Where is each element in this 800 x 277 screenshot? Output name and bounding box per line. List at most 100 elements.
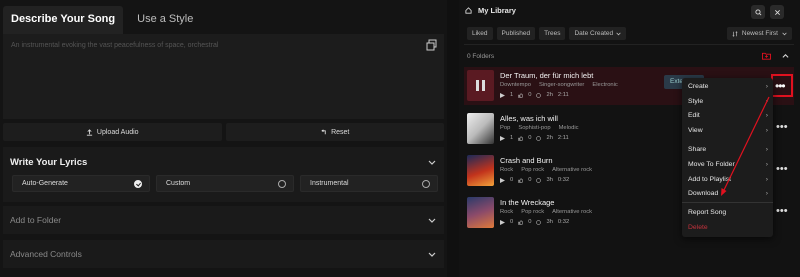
add-to-folder-section[interactable]: Add to Folder	[3, 206, 444, 234]
filter-published[interactable]: Published	[496, 27, 536, 40]
menu-item-share[interactable]: Share ›	[688, 146, 768, 153]
like-icon[interactable]	[518, 92, 524, 98]
song-tag[interactable]: Alternative rock	[552, 167, 592, 173]
more-options-icon[interactable]: •••	[776, 163, 788, 175]
like-icon[interactable]	[518, 177, 524, 183]
song-title[interactable]: In the Wreckage	[500, 198, 554, 207]
create-tabs: Describe Your Song Use a Style	[3, 6, 201, 34]
filter-liked[interactable]: Liked	[467, 27, 493, 40]
like-icon[interactable]	[518, 135, 524, 141]
lyrics-options: Auto-Generate Custom Instrumental	[12, 175, 438, 192]
lyrics-option-instrumental[interactable]: Instrumental	[300, 175, 438, 192]
chevron-down-icon[interactable]	[428, 158, 436, 166]
song-duration: 0:32	[557, 219, 570, 225]
clock-icon	[536, 92, 542, 98]
song-tag[interactable]: Pop	[500, 125, 510, 131]
copy-icon[interactable]	[426, 39, 438, 51]
song-title[interactable]: Der Traum, der für mich lebt	[500, 71, 593, 80]
menu-label: Download	[688, 190, 719, 197]
song-tag[interactable]: Rock	[500, 167, 513, 173]
song-tag[interactable]: Singer-songwriter	[539, 82, 584, 88]
more-options-icon[interactable]: •••	[775, 79, 786, 93]
lyrics-section: Write Your Lyrics Auto-Generate Custom I…	[3, 147, 444, 202]
sort-dropdown[interactable]: Newest First	[726, 27, 792, 40]
song-tag[interactable]: Rock	[500, 209, 513, 215]
advanced-controls-label: Advanced Controls	[10, 249, 82, 259]
like-icon[interactable]	[518, 219, 524, 225]
song-tag[interactable]: Pop rock	[521, 209, 544, 215]
chevron-right-icon: ›	[765, 146, 768, 153]
song-tag[interactable]: Melodic	[559, 125, 579, 131]
lyrics-option-auto[interactable]: Auto-Generate	[12, 175, 150, 192]
library-title: My Library	[478, 6, 516, 15]
pause-icon	[476, 80, 485, 91]
close-button[interactable]	[770, 5, 784, 19]
add-folder-icon[interactable]	[762, 52, 771, 60]
song-tag[interactable]: Alternative rock	[552, 209, 592, 215]
song-title[interactable]: Alles, was ich will	[500, 114, 558, 123]
play-count: 0	[510, 219, 514, 225]
radio-icon	[278, 179, 286, 188]
song-thumbnail	[467, 70, 494, 101]
upload-audio-label: Upload Audio	[96, 128, 139, 136]
chevron-up-icon[interactable]	[782, 53, 789, 60]
menu-label: Delete	[688, 224, 708, 231]
menu-item-move-to-folder[interactable]: Move To Folder ›	[688, 161, 768, 168]
filter-date-created[interactable]: Date Created	[569, 27, 627, 40]
menu-item-download[interactable]: Download ›	[688, 190, 768, 197]
description-placeholder: An instrumental evoking the vast peacefu…	[11, 42, 219, 49]
like-count: 0	[528, 135, 532, 141]
song-context-menu: Create › Style › Edit › View › Share › Move T…	[682, 78, 773, 237]
chevron-right-icon: ›	[765, 83, 768, 90]
library-header: My Library	[465, 6, 516, 15]
reset-button[interactable]: Reset	[225, 123, 444, 141]
menu-label: Create	[688, 83, 709, 90]
song-stats: 1 0 2h 2:11	[500, 92, 569, 98]
menu-item-report-song[interactable]: Report Song	[688, 209, 768, 216]
song-tag[interactable]: Pop rock	[521, 167, 544, 173]
more-options-icon[interactable]: •••	[776, 205, 788, 217]
radio-icon	[422, 179, 430, 188]
option-label: Custom	[166, 180, 191, 187]
tab-describe-song[interactable]: Describe Your Song	[3, 6, 124, 34]
play-icon	[500, 219, 505, 225]
tab-use-style[interactable]: Use a Style	[129, 6, 201, 34]
song-duration: 2:11	[557, 135, 569, 141]
song-tag[interactable]: Downtempo	[500, 82, 531, 88]
menu-item-create[interactable]: Create ›	[688, 83, 768, 90]
menu-divider	[682, 202, 773, 203]
play-count: 1	[510, 135, 514, 141]
search-button[interactable]	[751, 5, 765, 19]
filter-trees[interactable]: Trees	[539, 27, 566, 40]
song-age: 2h	[546, 135, 553, 141]
menu-label: View	[688, 127, 703, 134]
chevron-right-icon: ›	[765, 190, 768, 197]
play-icon	[500, 135, 505, 141]
reset-icon	[321, 128, 326, 134]
menu-label: Edit	[688, 112, 700, 119]
chevron-right-icon: ›	[765, 176, 768, 183]
menu-item-delete[interactable]: Delete	[688, 224, 768, 231]
play-count: 1	[510, 92, 514, 98]
chevron-down-icon	[616, 32, 621, 36]
clock-icon	[536, 177, 542, 183]
song-description-input[interactable]: An instrumental evoking the vast peacefu…	[3, 34, 444, 119]
menu-item-edit[interactable]: Edit ›	[688, 112, 768, 119]
menu-label: Share	[688, 146, 707, 153]
upload-icon	[86, 128, 93, 136]
song-tags: Rock Pop rock Alternative rock	[500, 209, 592, 215]
lyrics-option-custom[interactable]: Custom	[156, 175, 294, 192]
song-stats: 0 0 3h 0:32	[500, 219, 569, 225]
song-tag[interactable]: Electronic	[592, 82, 617, 88]
song-tag[interactable]: Sophisti-pop	[518, 125, 550, 131]
menu-item-add-to-playlist[interactable]: Add to Playlist ›	[688, 176, 768, 183]
upload-audio-button[interactable]: Upload Audio	[3, 123, 222, 141]
more-options-icon[interactable]: •••	[776, 121, 788, 133]
menu-item-style[interactable]: Style ›	[688, 98, 768, 105]
sort-icon	[732, 30, 738, 37]
menu-item-view[interactable]: View ›	[688, 127, 768, 134]
sort-label: Newest First	[741, 30, 778, 37]
song-thumbnail	[467, 197, 494, 228]
song-title[interactable]: Crash and Burn	[500, 156, 553, 165]
advanced-controls-section[interactable]: Advanced Controls	[3, 240, 444, 268]
